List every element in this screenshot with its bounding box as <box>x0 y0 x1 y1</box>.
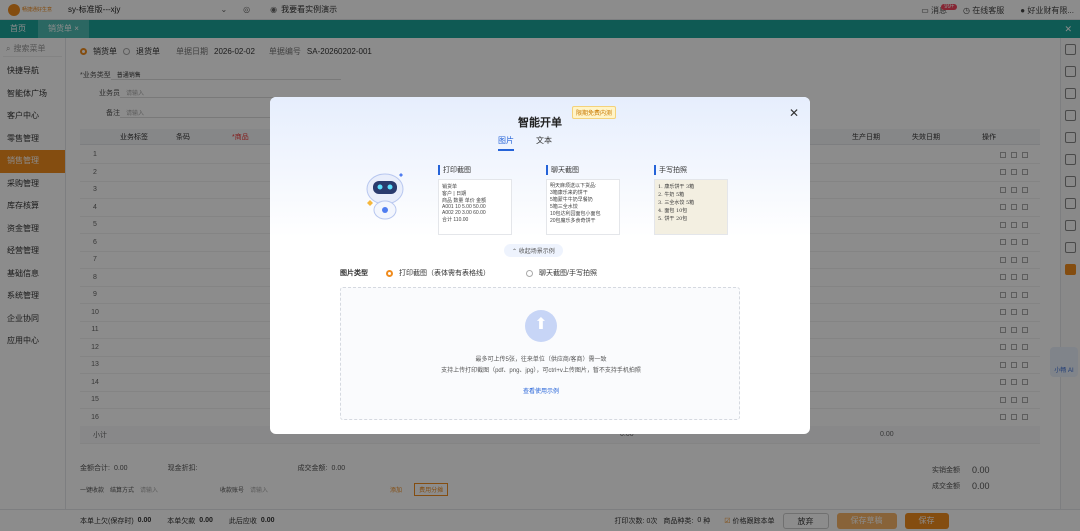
print-card-title: 打印截图 <box>438 165 512 175</box>
print-sample-image: 销货单 客户 | 日期 商品 数量 单价 金额 A001 10 5.00 50.00 A… <box>438 179 512 235</box>
chat-card-title: 聊天截图 <box>546 165 620 175</box>
image-type-row: 图片类型 打印截图（表体需有表格线） 聊天截图/手写拍照 <box>340 268 597 278</box>
robot-illustration <box>366 173 404 220</box>
sample-line: 客户 | 日期 <box>442 191 467 197</box>
sample-line: 10包达利园面包小面包 <box>550 211 601 217</box>
collapse-examples-button[interactable]: ⌃ 收起场景示例 <box>504 244 563 257</box>
smart-order-modal: 智能开单 限期免费内测 ✕ 图片 文本 打印截图 销货单 客户 | 日期 商品 数量… <box>270 97 810 434</box>
modal-title: 智能开单 <box>518 117 562 129</box>
upload-hint-2: 支持上传打印截图（pdf、png、jpg），可ctrl+v上传图片，暂不支持手机… <box>441 368 641 374</box>
modal-tabs: 图片 文本 <box>498 135 552 151</box>
example-card-chat[interactable]: 聊天截图 明天麻烦送以下货品: 3箱康乐来的饼干 5箱蒙牛牛奶早餐奶 5箱三全水饺 10… <box>546 165 620 235</box>
sample-line: 2. 牛奶 5箱 <box>658 192 685 198</box>
sample-line: 销货单 <box>442 184 458 190</box>
collapse-label: 收起场景示例 <box>518 249 555 255</box>
sample-line: 5箱三全水饺 <box>550 204 578 210</box>
tab-text[interactable]: 文本 <box>536 135 552 151</box>
upload-dropzone[interactable]: ⬆ 最多可上传5张，往来单位（供应商/客商）需一致 支持上传打印截图（pdf、p… <box>340 287 740 420</box>
handwrite-sample-image: 1. 康乐饼干 3箱 2. 牛奶 5箱 3. 三全水饺 5箱 4. 面包 10包 5. … <box>654 179 728 235</box>
example-card-print[interactable]: 打印截图 销货单 客户 | 日期 商品 数量 单价 金额 A001 10 5.00 5… <box>438 165 512 235</box>
chat-sample-image: 明天麻烦送以下货品: 3箱康乐来的饼干 5箱蒙牛牛奶早餐奶 5箱三全水饺 10包达利园面… <box>546 179 620 235</box>
sample-line: 1. 康乐饼干 3箱 <box>658 184 695 190</box>
close-icon[interactable]: ✕ <box>789 106 799 120</box>
chevron-up-icon: ⌃ <box>512 249 518 255</box>
sample-line: 4. 面包 10包 <box>658 208 688 214</box>
example-card-handwrite[interactable]: 手写拍照 1. 康乐饼干 3箱 2. 牛奶 5箱 3. 三全水饺 5箱 4. 面包 1… <box>654 165 728 235</box>
sample-line: 20包魔乐多食奇饼干 <box>550 218 596 224</box>
usage-example-link[interactable]: 查看使用示例 <box>341 386 741 395</box>
sample-line: 明天麻烦送以下货品: <box>550 183 597 189</box>
chat-type-label: 聊天截图/手写拍照 <box>539 270 597 277</box>
sample-line: 5箱蒙牛牛奶早餐奶 <box>550 197 593 203</box>
chat-type-radio[interactable] <box>526 269 533 277</box>
sample-line: 5. 饼干 20包 <box>658 216 688 222</box>
promo-badge: 限期免费内测 <box>572 106 617 119</box>
sample-line: 3箱康乐来的饼干 <box>550 190 588 196</box>
print-type-label: 打印截图（表体需有表格线） <box>399 270 490 277</box>
handwrite-card-title: 手写拍照 <box>654 165 728 175</box>
upload-icon[interactable]: ⬆ <box>525 310 557 342</box>
upload-hint-1: 最多可上传5张，往来单位（供应商/客商）需一致 <box>475 357 607 363</box>
sample-line: 合计 110.00 <box>442 217 469 223</box>
print-type-radio[interactable] <box>386 269 393 277</box>
sample-line: 商品 数量 单价 金额 <box>442 198 487 204</box>
tab-image[interactable]: 图片 <box>498 135 514 151</box>
sample-line: 3. 三全水饺 5箱 <box>658 200 695 206</box>
image-type-label: 图片类型 <box>340 270 368 277</box>
